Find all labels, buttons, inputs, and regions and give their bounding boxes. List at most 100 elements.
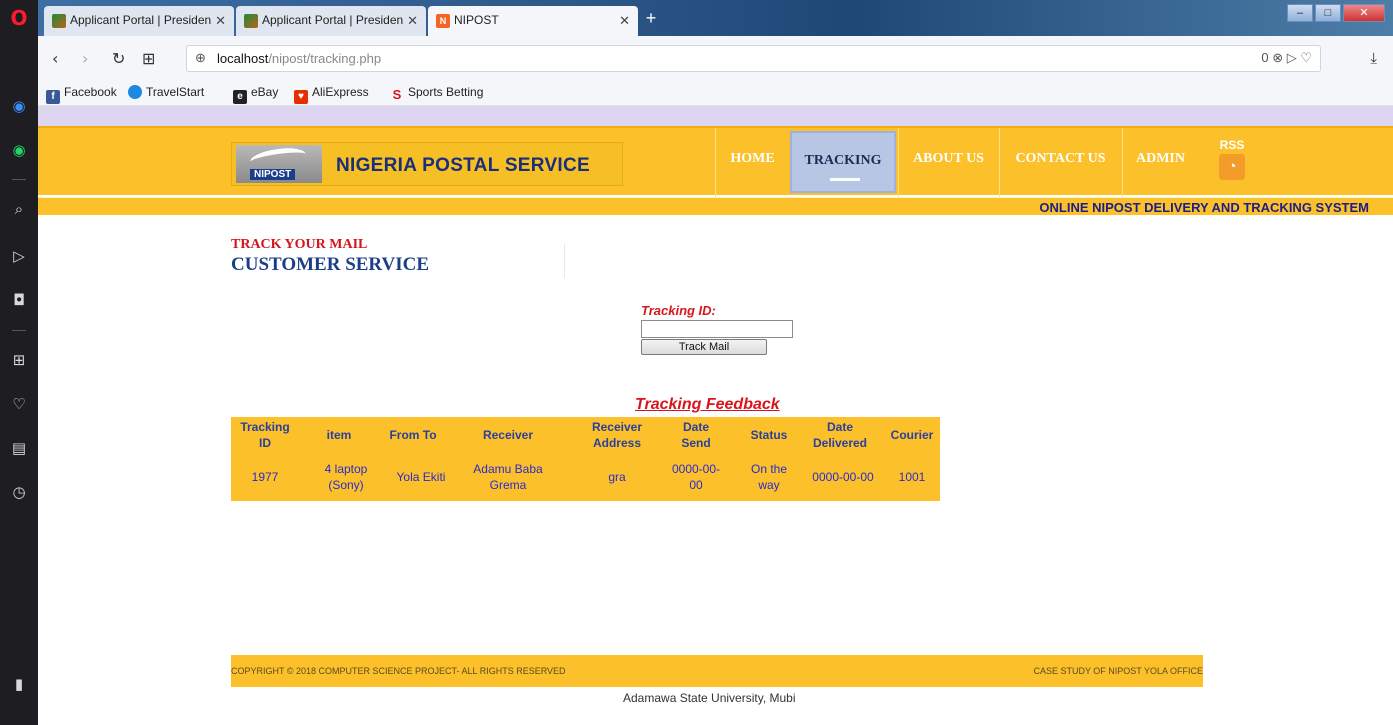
- tagline: ONLINE NIPOST DELIVERY AND TRACKING SYST…: [1039, 200, 1369, 215]
- nav-tracking[interactable]: TRACKING: [790, 131, 896, 193]
- table-header: Courier: [890, 428, 934, 442]
- table-cell: gra: [608, 470, 626, 484]
- history-icon[interactable]: ◷: [0, 482, 38, 502]
- forward-icon[interactable]: ›: [82, 49, 88, 68]
- close-window-button[interactable]: ✕: [1343, 4, 1385, 22]
- university-text: Adamawa State University, Mubi: [623, 691, 796, 705]
- copyright-text: COPYRIGHT © 2018 COMPUTER SCIENCE PROJEC…: [231, 666, 566, 676]
- search-icon[interactable]: ⌕: [0, 199, 38, 219]
- rss-link[interactable]: RSS ◔: [1215, 138, 1249, 184]
- table-header: Status: [750, 428, 788, 442]
- active-indicator: [830, 178, 860, 181]
- table-header: Receiver: [482, 428, 534, 442]
- sidebar-divider: [12, 179, 26, 180]
- download-icon[interactable]: ⤓: [1370, 50, 1377, 67]
- tracking-id-label: Tracking ID:: [641, 303, 716, 318]
- track-your-mail-heading: TRACK YOUR MAIL: [231, 237, 368, 252]
- sports-betting-icon: S: [392, 87, 402, 102]
- facebook-icon: f: [46, 90, 60, 104]
- new-tab-button[interactable]: +: [641, 9, 661, 29]
- url-host: localhost: [217, 51, 269, 66]
- divider: [564, 244, 565, 278]
- table-cell: 4 laptop (Sony): [324, 462, 368, 492]
- tab-title: Applicant Portal | Presiden: [70, 13, 212, 27]
- tab-title: Applicant Portal | Presiden: [262, 13, 404, 27]
- bookmark-label: Sports Betting: [408, 85, 484, 99]
- camera-icon[interactable]: ◘: [0, 290, 38, 310]
- bird-icon: [249, 145, 307, 171]
- url-text: localhost/nipost/tracking.php: [217, 51, 381, 66]
- nav-contact-us[interactable]: CONTACT US: [999, 128, 1121, 197]
- close-icon[interactable]: ✕: [407, 13, 418, 29]
- case-study-text: CASE STUDY OF NIPOST YOLA OFFICE: [1033, 666, 1203, 676]
- track-mail-button[interactable]: Track Mail: [641, 339, 767, 355]
- table-header: From To: [389, 428, 437, 442]
- bookmark-travelstart[interactable]: TravelStart: [128, 85, 204, 99]
- tab-nipost[interactable]: N NIPOST ✕: [428, 6, 638, 36]
- url-actions[interactable]: 0 ⊗ ▷ ♡: [1261, 50, 1312, 66]
- table-header: Receiver Address: [591, 420, 643, 450]
- speed-dial-icon[interactable]: ⊞: [0, 350, 38, 370]
- send-icon[interactable]: ▷: [0, 246, 38, 266]
- minimize-button[interactable]: –: [1287, 4, 1313, 22]
- tracking-feedback-title: Tracking Feedback: [635, 396, 780, 413]
- tab-bar: Applicant Portal | Presiden ✕ Applicant …: [38, 0, 1393, 36]
- messenger-icon[interactable]: ◉: [0, 96, 38, 116]
- table-cell: 0000-00-00: [812, 470, 874, 484]
- opera-logo-icon[interactable]: O: [0, 8, 38, 28]
- logo-badge: NIPOST: [250, 169, 296, 180]
- nipost-emblem-icon: NIPOST: [236, 145, 322, 183]
- bookmark-sports-betting[interactable]: S Sports Betting: [390, 85, 484, 102]
- table-header: item: [326, 428, 352, 442]
- url-field[interactable]: ⊕ localhost/nipost/tracking.php 0 ⊗ ▷ ♡: [186, 45, 1321, 72]
- nav-home[interactable]: HOME: [715, 128, 789, 197]
- nav-about-us[interactable]: ABOUT US: [898, 128, 998, 197]
- site-logo[interactable]: NIPOST NIGERIA POSTAL SERVICE: [231, 142, 623, 186]
- bookmark-label: eBay: [251, 85, 279, 99]
- tab-applicant-portal-2[interactable]: Applicant Portal | Presiden ✕: [236, 6, 426, 36]
- rss-icon: ◔: [1219, 154, 1245, 180]
- url-path: /nipost/tracking.php: [268, 51, 382, 66]
- table-cell: 1001: [898, 470, 926, 484]
- bookmark-aliexpress[interactable]: ♥ AliExpress: [294, 85, 369, 104]
- table-cell: On the way: [750, 462, 788, 492]
- page-content: NIPOST NIGERIA POSTAL SERVICE HOME TRACK…: [38, 106, 1393, 725]
- bookmark-label: Facebook: [64, 85, 117, 99]
- coat-of-arms-icon: [52, 14, 66, 28]
- table-header: Date Delivered: [812, 420, 868, 450]
- ebay-icon: e: [233, 90, 247, 104]
- tagline-bar: ONLINE NIPOST DELIVERY AND TRACKING SYST…: [38, 197, 1393, 215]
- sidebar-toggle-icon[interactable]: ▮: [0, 674, 38, 694]
- rss-label: RSS: [1219, 138, 1245, 152]
- table-cell: 0000-00-00: [671, 462, 721, 492]
- browser-sidebar: O ◉ ◉ ⌕ ▷ ◘ ⊞ ♡ ▤ ◷ ▮: [0, 0, 38, 725]
- nav-tracking-label: TRACKING: [804, 153, 882, 168]
- back-icon[interactable]: ‹: [52, 49, 58, 68]
- maximize-button[interactable]: □: [1315, 4, 1341, 22]
- bookmark-facebook[interactable]: f Facebook: [46, 85, 117, 104]
- bookmark-label: TravelStart: [146, 85, 205, 99]
- tab-title: NIPOST: [454, 13, 499, 27]
- site-footer: COPYRIGHT © 2018 COMPUTER SCIENCE PROJEC…: [231, 655, 1203, 687]
- table-header: Tracking ID: [240, 420, 290, 450]
- close-icon[interactable]: ✕: [215, 13, 226, 29]
- speed-dial-icon[interactable]: ⊞: [142, 49, 155, 68]
- whatsapp-icon[interactable]: ◉: [0, 140, 38, 160]
- coat-of-arms-icon: [244, 14, 258, 28]
- window-controls: – □ ✕: [1287, 4, 1385, 22]
- news-icon[interactable]: ▤: [0, 438, 38, 458]
- reload-icon[interactable]: ↻: [112, 49, 125, 68]
- tracking-table: Tracking ID item From To Receiver Receiv…: [231, 417, 940, 501]
- bookmarks-bar: f Facebook TravelStart e eBay ♥ AliExpress …: [38, 80, 1393, 106]
- travelstart-icon: [128, 85, 142, 99]
- bookmark-ebay[interactable]: e eBay: [233, 85, 278, 104]
- close-icon[interactable]: ✕: [619, 13, 630, 29]
- tracking-id-input[interactable]: [641, 320, 793, 338]
- tab-applicant-portal-1[interactable]: Applicant Portal | Presiden ✕: [44, 6, 234, 36]
- heart-icon[interactable]: ♡: [0, 394, 38, 414]
- customer-service-heading: CUSTOMER SERVICE: [231, 254, 429, 275]
- logo-text: NIGERIA POSTAL SERVICE: [336, 155, 590, 176]
- nav-admin[interactable]: ADMIN: [1122, 128, 1198, 197]
- globe-icon: ⊕: [195, 50, 206, 65]
- table-cell: 1977: [251, 470, 279, 484]
